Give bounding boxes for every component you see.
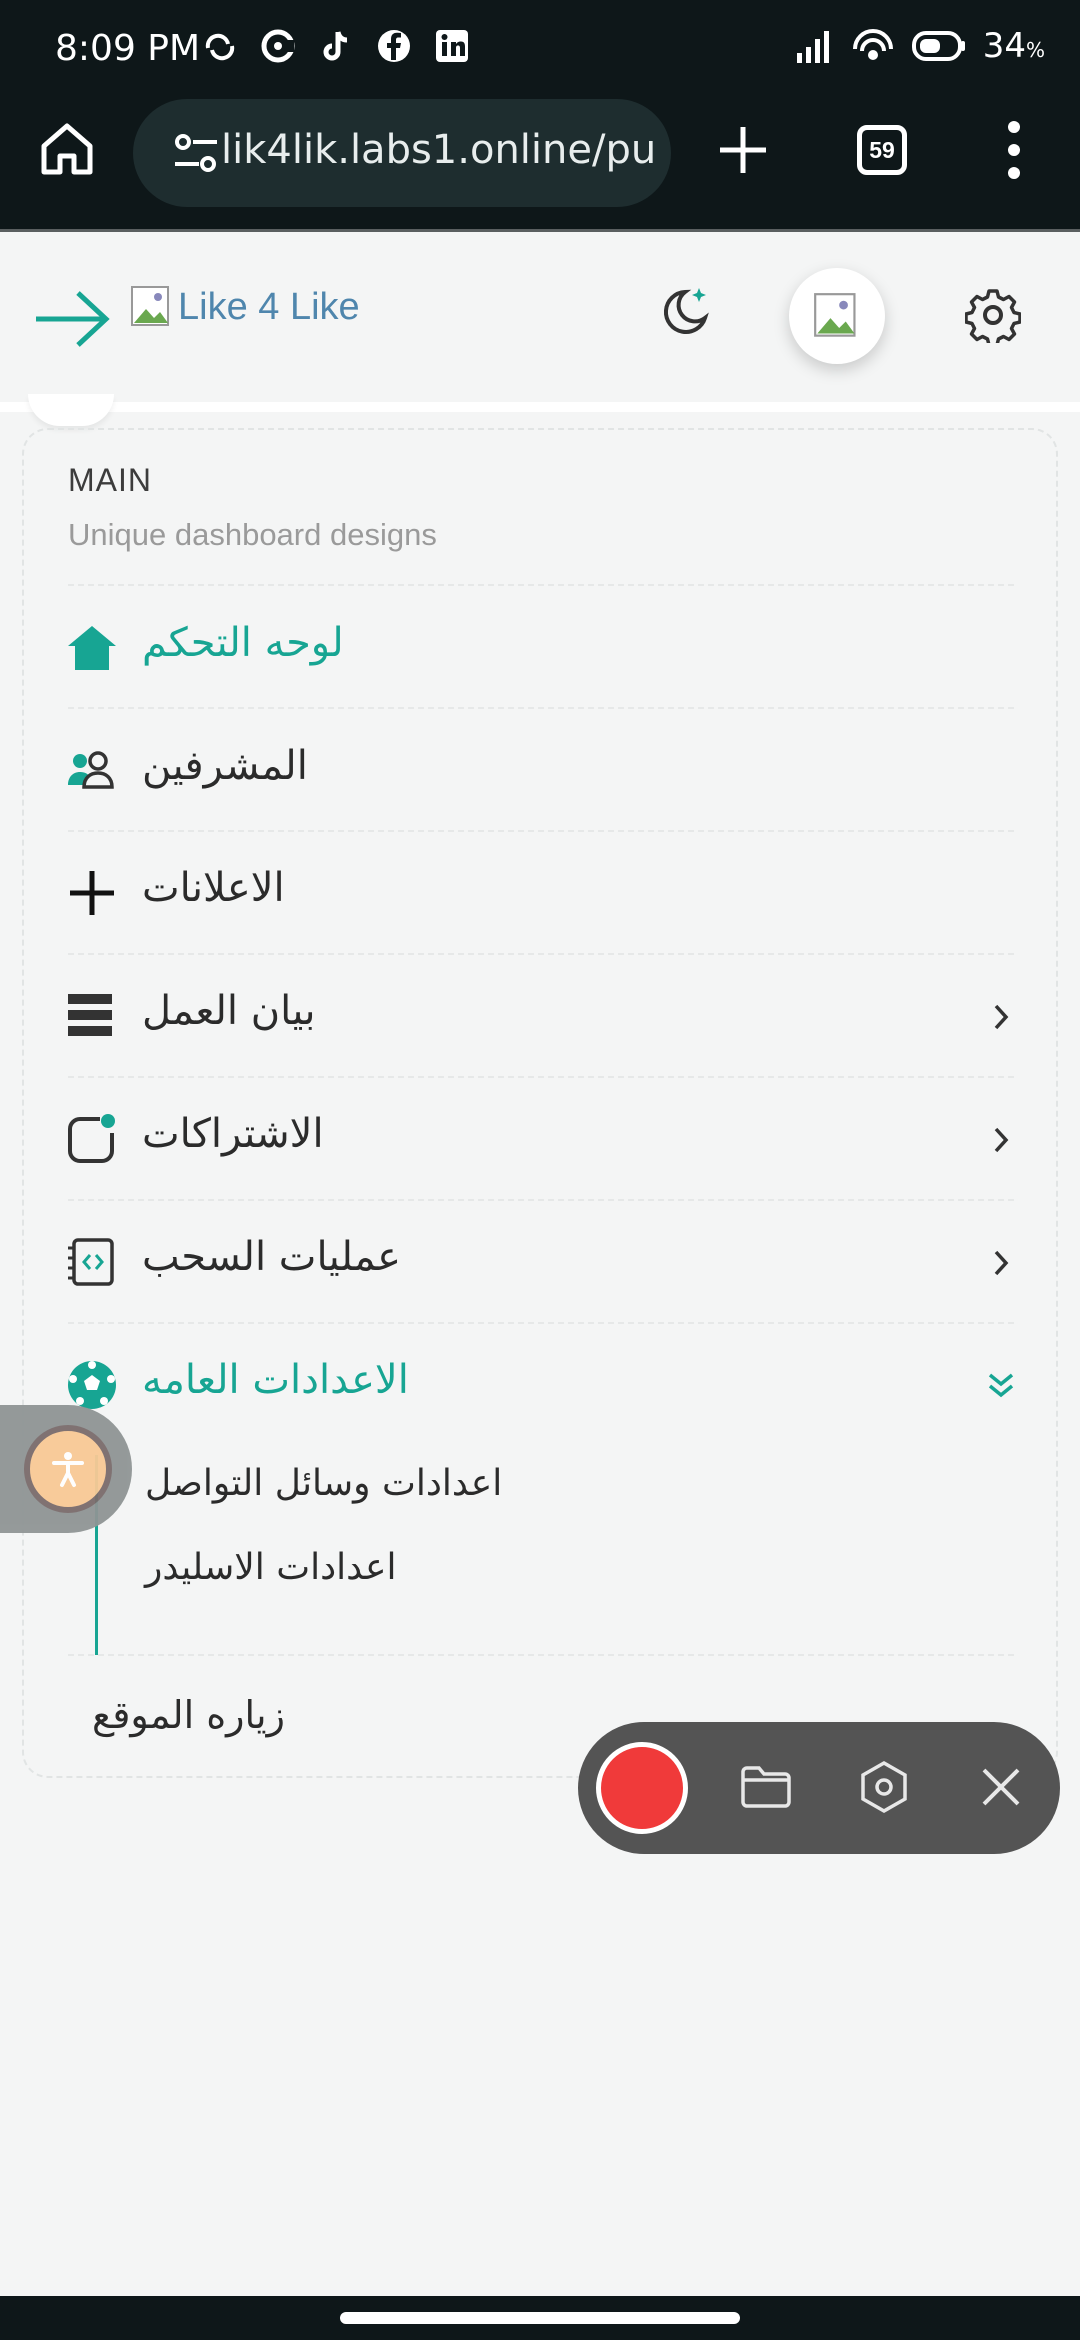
gear-icon[interactable] [965, 287, 1021, 343]
home-icon [68, 626, 116, 670]
divider [68, 1076, 1014, 1078]
screen-recorder-toolbar [578, 1722, 1060, 1854]
collapsed-element [28, 394, 114, 426]
folder-icon[interactable] [740, 1764, 792, 1810]
overflow-menu-icon[interactable] [1004, 119, 1024, 181]
chevron-right-icon [994, 1250, 1009, 1276]
battery-percent: 34% [982, 26, 1045, 66]
sidebar-item-work-report[interactable]: بيان العمل [66, 976, 1016, 1056]
submenu-item-social-settings[interactable]: اعدادات وسائل التواصل [145, 1463, 502, 1504]
divider [68, 1322, 1014, 1324]
settings-hex-icon[interactable] [858, 1760, 910, 1814]
sidebar-item-label: الاشتراكات [142, 1111, 324, 1157]
signal-icon [796, 31, 829, 63]
header-divider [0, 402, 1080, 412]
sidebar-item-label: لوحه التحكم [142, 620, 344, 666]
facebook-icon [378, 30, 410, 62]
sidebar-item-supervisors[interactable]: المشرفين [66, 731, 1016, 811]
accessibility-button[interactable] [0, 1405, 132, 1533]
gesture-handle[interactable] [340, 2312, 740, 2324]
home-icon[interactable] [38, 120, 96, 178]
divider [68, 707, 1014, 709]
sidebar-item-label: الاعدادات العامه [142, 1357, 409, 1403]
dark-mode-icon[interactable] [655, 282, 715, 342]
broken-image-icon [131, 286, 169, 326]
sidebar-item-general-settings[interactable]: الاعدادات العامه [66, 1345, 1016, 1425]
linkedin-icon [436, 30, 468, 62]
code-file-icon [68, 1238, 114, 1286]
accessibility-icon [24, 1425, 112, 1513]
battery-icon [911, 31, 965, 61]
broken-image-icon [814, 293, 856, 337]
notification-icons [200, 26, 472, 66]
visit-site-link[interactable]: زياره الموقع [92, 1693, 285, 1737]
chevron-right-icon [994, 1004, 1009, 1030]
divider [68, 1199, 1014, 1201]
arrow-right-icon[interactable] [34, 289, 110, 349]
page-header: Like 4 Like [0, 232, 1080, 402]
site-settings-icon[interactable] [173, 132, 219, 174]
divider [68, 584, 1014, 586]
avatar[interactable] [789, 268, 885, 364]
browser-toolbar: lik4lik.labs1.online/pu 59 [0, 95, 1080, 215]
hotspot-icon [852, 29, 893, 60]
close-icon[interactable] [978, 1764, 1024, 1810]
new-tab-icon[interactable] [716, 123, 770, 177]
tiktok-icon [323, 31, 348, 61]
divider [68, 1654, 1014, 1656]
cloud-sync-icon [205, 33, 235, 61]
record-button[interactable] [596, 1742, 688, 1834]
subscription-icon [68, 1114, 115, 1163]
address-bar[interactable]: lik4lik.labs1.online/pu [133, 99, 671, 207]
site-logo[interactable]: Like 4 Like [130, 282, 360, 332]
c-app-icon [261, 29, 295, 63]
sidebar-item-subscriptions[interactable]: الاشتراكات [66, 1099, 1016, 1179]
divider [68, 830, 1014, 832]
chevron-right-icon [994, 1127, 1009, 1153]
sidebar-item-label: عمليات السحب [142, 1234, 401, 1280]
browser-chrome: 8:09 PM 34% lik4lik.labs1.online/pu 59 [0, 0, 1080, 230]
submenu-item-slider-settings[interactable]: اعدادات الاسليدر [145, 1547, 397, 1588]
plus-icon [70, 871, 114, 915]
sidebar-item-label: المشرفين [142, 743, 308, 789]
sidebar-item-label: الاعلانات [142, 865, 285, 911]
sidebar-item-dashboard[interactable]: لوحه التحكم [66, 608, 1016, 688]
stack-icon [68, 994, 112, 1036]
logo-alt-text: Like 4 Like [178, 285, 360, 328]
menu-heading: MAIN [68, 462, 152, 498]
status-time: 8:09 PM [55, 28, 201, 69]
sidebar-item-label: بيان العمل [142, 988, 316, 1034]
sidebar-item-withdrawals[interactable]: عمليات السحب [66, 1222, 1016, 1302]
url-text[interactable]: lik4lik.labs1.online/pu [221, 127, 656, 173]
divider [68, 953, 1014, 955]
system-status: 34% [795, 26, 1045, 66]
sidebar-item-ads[interactable]: الاعلانات [66, 853, 1016, 933]
menu-subheading: Unique dashboard designs [68, 517, 437, 552]
users-icon [68, 751, 114, 789]
status-bar: 8:09 PM 34% [0, 0, 1080, 95]
chevrons-down-icon [988, 1373, 1014, 1398]
tab-switcher-button[interactable]: 59 [857, 125, 907, 175]
soccer-ball-icon [68, 1361, 116, 1409]
